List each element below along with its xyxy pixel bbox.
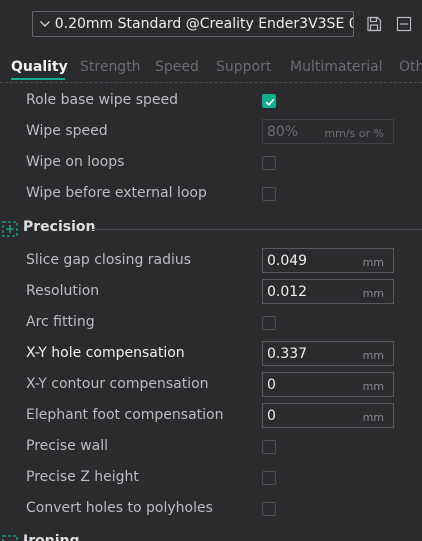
active-tab-indicator [11,78,65,80]
precise-z-height-checkbox[interactable] [262,471,276,485]
field-unit: mm [362,287,384,300]
slice-gap-closing-radius-input[interactable]: 0.049 mm [262,248,394,273]
section-header-precision[interactable]: Precision [0,217,422,241]
role-base-wipe-speed-checkbox[interactable] [262,94,276,108]
setting-label: Precise wall [26,438,109,454]
field-value: 0.337 [267,346,308,362]
preset-dropdown[interactable]: 0.20mm Standard @Creality Ender3V3SE 0..… [32,11,354,37]
field-unit: mm [362,411,384,424]
setting-label: Wipe on loops [26,154,125,170]
setting-label: Role base wipe speed [26,92,179,108]
setting-label: Wipe before external loop [26,185,207,201]
print-settings-panel: 0.20mm Standard @Creality Ender3V3SE 0..… [0,0,422,541]
tab-multimaterial[interactable]: Multimaterial [290,59,383,75]
tab-others[interactable]: Oth [399,59,422,75]
setting-label: X-Y contour compensation [26,376,209,392]
setting-row-slice-gap-closing-radius: Slice gap closing radius 0.049 mm [0,246,422,277]
setting-row-convert-holes-to-polyholes: Convert holes to polyholes [0,494,422,525]
setting-row-wipe-speed: Wipe speed 80% mm/s or % [0,117,422,148]
field-value: 0 [267,377,276,393]
wipe-before-external-loop-checkbox[interactable] [262,187,276,201]
tab-speed[interactable]: Speed [155,59,199,75]
setting-row-resolution: Resolution 0.012 mm [0,277,422,308]
field-value: 80% [267,124,299,140]
setting-row-xy-contour-compensation: X-Y contour compensation 0 mm [0,370,422,401]
field-unit: mm [362,349,384,362]
field-value: 0.049 [267,253,308,269]
setting-label: Wipe speed [26,123,108,139]
setting-row-precise-z-height: Precise Z height [0,463,422,494]
setting-label: Resolution [26,283,100,299]
setting-label: Arc fitting [26,314,95,330]
chevron-down-icon [37,20,54,28]
preset-bar: 0.20mm Standard @Creality Ender3V3SE 0..… [0,0,422,52]
wipe-on-loops-checkbox[interactable] [262,156,276,170]
field-value: 0 [267,408,276,424]
compare-icon[interactable] [396,16,412,32]
setting-label: Slice gap closing radius [26,252,192,268]
field-unit: mm/s or % [324,127,384,140]
save-icon[interactable] [366,16,382,32]
tab-quality[interactable]: Quality [11,59,68,75]
setting-row-xy-hole-compensation: X-Y hole compensation 0.337 mm [0,339,422,370]
setting-row-wipe-before-external-loop: Wipe before external loop [0,179,422,210]
xy-contour-compensation-input[interactable]: 0 mm [262,372,394,397]
setting-row-arc-fitting: Arc fitting [0,308,422,339]
convert-holes-to-polyholes-checkbox[interactable] [262,502,276,516]
setting-label: Precise Z height [26,469,139,485]
field-unit: mm [362,256,384,269]
setting-row-role-base-wipe-speed: Role base wipe speed [0,86,422,117]
field-value: 0.012 [267,284,308,300]
wipe-speed-input[interactable]: 80% mm/s or % [262,119,394,144]
section-divider [92,229,422,230]
section-header-ironing[interactable]: Ironing [0,531,422,541]
tab-strength[interactable]: Strength [80,59,141,75]
section-title: Ironing [23,533,80,541]
setting-label: X-Y hole compensation [26,345,185,361]
field-unit: mm [362,380,384,393]
section-title: Precision [23,219,96,235]
setting-row-elephant-foot-compensation: Elephant foot compensation 0 mm [0,401,422,432]
resolution-input[interactable]: 0.012 mm [262,279,394,304]
precise-wall-checkbox[interactable] [262,440,276,454]
setting-row-precise-wall: Precise wall [0,432,422,463]
tab-support[interactable]: Support [216,59,271,75]
preset-name: 0.20mm Standard @Creality Ender3V3SE 0..… [54,16,353,32]
precision-section-icon [2,221,18,237]
arc-fitting-checkbox[interactable] [262,316,276,330]
xy-hole-compensation-input[interactable]: 0.337 mm [262,341,394,366]
setting-row-wipe-on-loops: Wipe on loops [0,148,422,179]
ironing-section-icon [2,535,18,541]
setting-label: Elephant foot compensation [26,407,224,423]
elephant-foot-compensation-input[interactable]: 0 mm [262,403,394,428]
tabs-divider [0,82,422,83]
setting-label: Convert holes to polyholes [26,500,213,516]
